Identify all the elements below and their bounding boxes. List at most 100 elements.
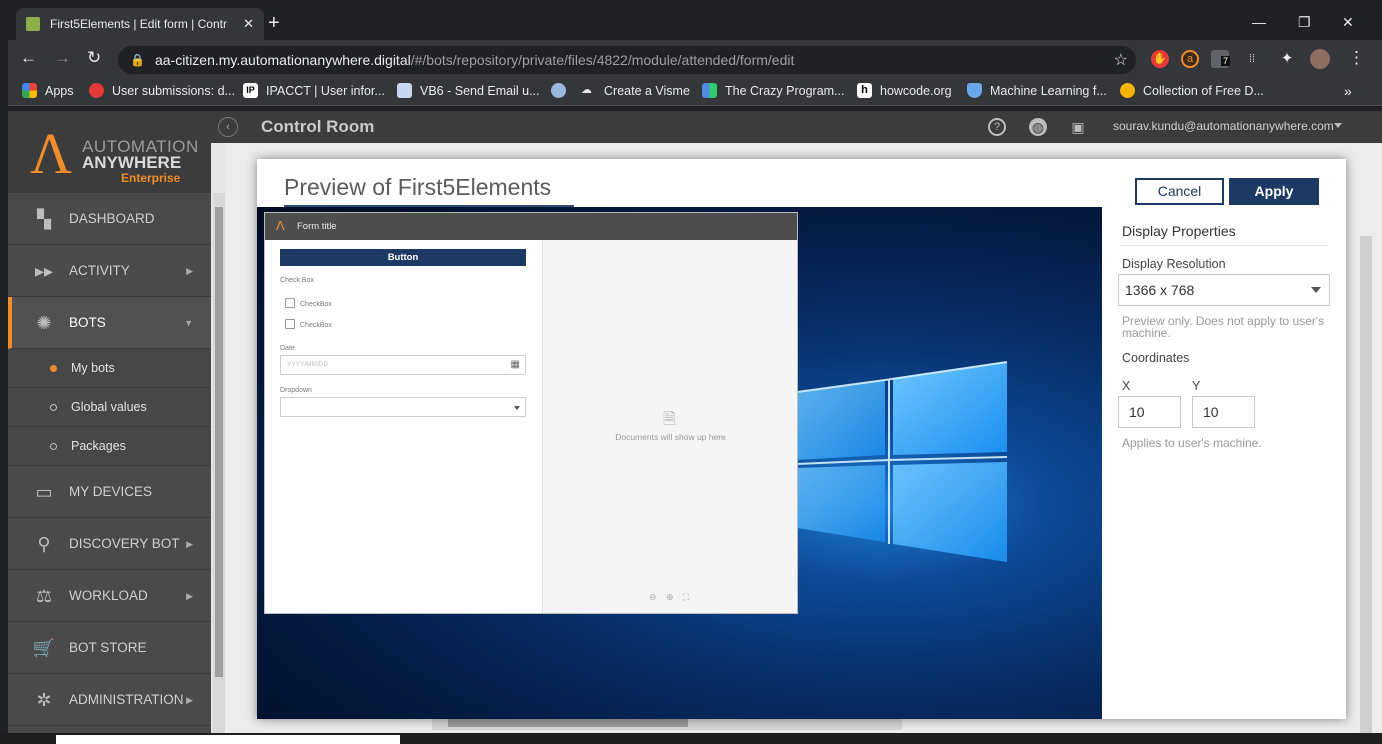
sidebar-item-administration[interactable]: ✲ ADMINISTRATION ▶ [8,674,211,726]
sidebar-item-dashboard[interactable]: ▚ DASHBOARD [8,193,211,245]
tab-favicon-icon [26,17,40,31]
shield-icon [967,83,982,98]
zoom-out-icon[interactable]: ⊖ [649,592,657,603]
bookmark-collection[interactable]: Collection of Free D... [1120,83,1264,98]
logo-a-icon: Λ [30,121,73,186]
y-coordinate-input[interactable]: 10 [1192,396,1255,428]
extensions-puzzle-icon[interactable]: ✦ [1278,50,1296,68]
document-pane: 🗎 Documents will show up here ⊖ ⊕ ⛶ [542,240,797,613]
submenu-my-bots[interactable]: My bots [8,349,211,388]
bookmark-machine-learning[interactable]: Machine Learning f... [967,83,1107,98]
x-coordinate-input[interactable]: 10 [1118,396,1181,428]
dot-icon [50,442,57,450]
collapse-sidebar-icon[interactable]: ‹ [218,117,238,137]
dashboard-icon: ▚ [37,208,51,229]
extension-badge-icon[interactable]: 7 [1211,50,1231,68]
submenu-label: My bots [71,361,115,375]
menu-kebab-icon[interactable]: ⋮ [1348,49,1365,67]
resolution-select[interactable]: 1366 x 768 [1118,274,1330,306]
bookmark-star-icon[interactable]: ☆ [1114,50,1128,70]
bookmarks-bar: Apps User submissions: d... IP IPACCT | … [8,78,1382,106]
back-icon[interactable]: ← [20,49,37,67]
browser-tab[interactable]: First5Elements | Edit form | Contr ✕ [16,8,264,40]
dropdown-select[interactable] [280,397,526,417]
expand-arrow-icon: ▶ [186,591,193,601]
restore-icon[interactable]: ❐ [1298,14,1311,31]
scrollbar-thumb[interactable] [448,719,688,727]
date-input[interactable]: YYYY/MM/DD ▦ [280,355,526,375]
properties-heading: Display Properties [1122,223,1236,239]
bookmark-label: Create a Visme [604,83,690,98]
zoom-in-icon[interactable]: ⊕ [666,592,674,603]
crazy-programmer-icon [702,83,717,98]
bookmark-crazy-programmer[interactable]: The Crazy Program... [702,83,844,98]
help-icon[interactable]: ? [988,118,1006,136]
bookmark-howcode[interactable]: h howcode.org [857,83,952,98]
display-properties-panel: Display Properties Display Resolution 13… [1102,207,1346,719]
extension-a-icon[interactable]: a [1181,50,1199,68]
apps-grid-icon [22,83,37,98]
address-bar[interactable]: 🔒 aa-citizen.my.automationanywhere.digit… [118,46,1136,74]
scrollbar-thumb[interactable] [215,207,223,677]
forward-icon[interactable]: → [54,49,71,67]
expand-arrow-icon: ▶ [186,695,193,705]
cancel-button[interactable]: Cancel [1135,178,1224,205]
reload-icon[interactable]: ↻ [87,49,101,67]
calendar-icon[interactable]: ▦ [511,359,520,371]
bookmark-visme[interactable]: ☁ Create a Visme [581,83,690,98]
globe-icon[interactable]: ◍ [1029,118,1047,136]
sidebar-item-bots[interactable]: ✺ BOTS ▼ [8,297,211,349]
submenu-global-values[interactable]: Global values [8,388,211,427]
bookmark-ipacct[interactable]: IP IPACCT | User infor... [243,83,385,98]
bookmark-visme-a[interactable] [551,83,574,98]
windows-logo-icon [797,361,1008,562]
sidebar-item-label: ADMINISTRATION [69,692,184,707]
cart-icon: 🛒 [32,637,56,658]
sidebar-scrollbar[interactable] [213,193,225,744]
submenu-packages[interactable]: Packages [8,427,211,466]
checkbox-1[interactable] [285,298,295,308]
taskbar-search[interactable] [56,735,400,744]
page-scrollbar[interactable] [1360,236,1372,736]
sidebar-item-my-devices[interactable]: ▭ MY DEVICES [8,466,211,518]
bookmark-apps[interactable]: Apps [22,83,74,98]
taskbar [0,733,1382,744]
sidebar-item-label: BOT STORE [69,640,147,655]
sidebar-item-label: DISCOVERY BOT [69,536,180,551]
preview-note: Preview only. Does not apply to user's m… [1122,314,1325,340]
ipacct-icon: IP [243,83,258,98]
checkbox-2-label: CheckBox [300,322,332,329]
user-status-icon[interactable]: ▣ [1069,118,1087,136]
checkbox-2[interactable] [285,319,295,329]
new-tab-icon[interactable]: + [268,13,280,33]
sidebar-item-label: BOTS [69,315,106,330]
resolution-label: Display Resolution [1122,257,1226,271]
apply-button[interactable]: Apply [1229,178,1319,205]
extension-badge-count: 7 [1221,56,1231,66]
sidebar-item-bot-store[interactable]: 🛒 BOT STORE [8,622,211,674]
sidebar-item-discovery-bot[interactable]: ⚲ DISCOVERY BOT ▶ [8,518,211,570]
sidebar-item-activity[interactable]: ▸▸ ACTIVITY ▶ [8,245,211,297]
form-button[interactable]: Button [280,249,526,266]
date-label: Date [280,345,295,352]
bookmark-user-submissions[interactable]: User submissions: d... [89,83,235,98]
app-header: ‹ Control Room ? ◍ ▣ sourav.kundu@automa… [8,111,1382,143]
user-menu-caret-icon[interactable] [1334,123,1342,128]
extension-color-icon[interactable]: ⁞⁞ [1243,50,1261,68]
app-title: Control Room [261,117,375,136]
submenu-label: Global values [71,400,147,414]
expand-arrow-icon: ▶ [186,539,193,549]
sidebar-item-workload[interactable]: ⚖ WORKLOAD ▶ [8,570,211,622]
bookmark-vb6[interactable]: VB6 - Send Email u... [397,83,540,98]
bookmarks-overflow-icon[interactable]: » [1344,83,1352,99]
minimize-icon[interactable]: — [1252,14,1266,30]
x-label: X [1122,379,1131,393]
form-title: Form title [297,221,337,232]
user-email[interactable]: sourav.kundu@automationanywhere.com [1113,119,1334,133]
tab-close-icon[interactable]: ✕ [243,16,254,32]
fullscreen-icon[interactable]: ⛶ [683,592,689,603]
close-window-icon[interactable]: ✕ [1342,14,1354,31]
bookmark-label: VB6 - Send Email u... [420,83,540,98]
extension-adblock-icon[interactable]: ✋ [1151,50,1169,68]
profile-avatar[interactable] [1310,49,1330,69]
